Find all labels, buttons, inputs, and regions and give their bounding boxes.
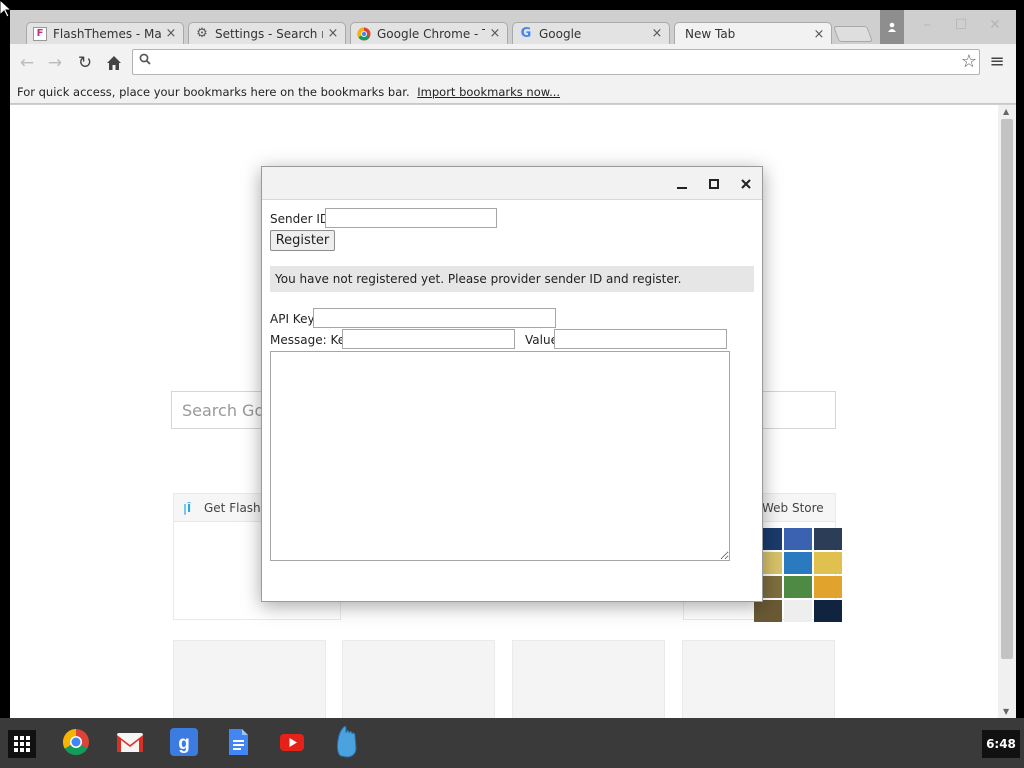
- sender-id-label: Sender ID:: [270, 212, 334, 226]
- chrome-app-icon[interactable]: [62, 728, 90, 756]
- dialog-title-bar[interactable]: [262, 167, 762, 200]
- tab-close-icon[interactable]: ×: [165, 26, 177, 41]
- registration-status: You have not registered yet. Please prov…: [270, 266, 754, 292]
- register-button[interactable]: Register: [270, 230, 335, 251]
- youtube-app-icon[interactable]: [278, 728, 306, 756]
- tab-new-tab[interactable]: New Tab ×: [674, 22, 832, 45]
- scrollbar-thumb[interactable]: [1001, 119, 1013, 659]
- app-launcher-icon[interactable]: [8, 730, 36, 758]
- flash-icon: |Ȋ: [183, 502, 192, 515]
- flashthemes-icon: F: [33, 26, 47, 41]
- message-key-input[interactable]: [342, 329, 515, 349]
- scroll-down-arrow-icon[interactable]: ▼: [1003, 707, 1009, 716]
- value-label: Value: [525, 333, 558, 347]
- message-textarea[interactable]: [270, 351, 730, 561]
- maximize-icon[interactable]: [704, 174, 724, 194]
- home-icon[interactable]: [103, 52, 125, 74]
- google-search-app-icon[interactable]: g: [170, 728, 198, 756]
- minimize-icon[interactable]: [672, 174, 692, 194]
- tab-title: Google: [539, 26, 582, 41]
- bookmarks-bar: For quick access, place your bookmarks h…: [10, 80, 1016, 104]
- tab-settings[interactable]: ⚙ Settings - Search res ×: [188, 22, 346, 44]
- gear-icon: ⚙: [196, 26, 208, 41]
- tab-close-icon[interactable]: ×: [489, 26, 501, 41]
- tile-title: Web Store: [762, 501, 824, 515]
- tab-google[interactable]: G Google ×: [512, 22, 670, 44]
- svg-text:g: g: [178, 733, 190, 754]
- tab-close-icon[interactable]: ×: [651, 26, 663, 41]
- message-key-label: Message: Key: [270, 333, 353, 347]
- most-visited-tile-empty: [173, 640, 326, 718]
- value-input[interactable]: [554, 329, 727, 349]
- bookmarks-bar-message: For quick access, place your bookmarks h…: [17, 85, 410, 99]
- docs-app-icon[interactable]: [224, 728, 252, 756]
- most-visited-tile-empty: [512, 640, 665, 718]
- maximize-window-icon[interactable]: ☐: [950, 14, 972, 36]
- tab-title: Settings - Search res: [215, 26, 323, 41]
- import-bookmarks-link[interactable]: Import bookmarks now...: [417, 85, 560, 99]
- system-clock[interactable]: 6:48: [982, 730, 1020, 758]
- tab-title: FlashThemes - Make: [53, 26, 161, 41]
- chrome-icon: [357, 27, 371, 41]
- address-input[interactable]: [159, 52, 949, 72]
- close-icon[interactable]: [736, 174, 756, 194]
- tab-title: New Tab: [685, 27, 736, 41]
- bookmark-star-icon[interactable]: ☆: [961, 51, 977, 72]
- page-scrollbar[interactable]: ▲ ▼: [998, 105, 1016, 718]
- forward-arrow-icon[interactable]: →: [44, 52, 66, 74]
- chrome-menu-icon[interactable]: ≡: [988, 52, 1006, 72]
- scroll-up-arrow-icon[interactable]: ▲: [1003, 107, 1009, 116]
- api-key-label: API Key:: [270, 312, 318, 326]
- reload-icon[interactable]: ↻: [74, 52, 96, 74]
- search-icon: [139, 53, 151, 69]
- tab-flashthemes[interactable]: F FlashThemes - Make ×: [26, 22, 184, 44]
- minimize-window-icon[interactable]: –: [916, 14, 938, 36]
- shelf: g 6:48: [0, 718, 1024, 768]
- new-tab-button[interactable]: [833, 26, 873, 42]
- tab-close-icon[interactable]: ×: [327, 26, 339, 41]
- most-visited-tile-empty: [682, 640, 835, 718]
- most-visited-tile-empty: [342, 640, 495, 718]
- web-store-thumbnail: [754, 528, 842, 622]
- close-window-icon[interactable]: ✕: [984, 14, 1006, 36]
- gmail-app-icon[interactable]: [116, 728, 144, 756]
- gcm-app-icon[interactable]: [331, 726, 359, 758]
- sender-id-input[interactable]: [325, 208, 497, 228]
- back-arrow-icon[interactable]: ←: [16, 52, 38, 74]
- browser-toolbar: ← → ↻ ☆ ≡: [10, 44, 1016, 80]
- tab-strip: F FlashThemes - Make × ⚙ Settings - Sear…: [10, 10, 1016, 45]
- tab-google-chrome[interactable]: Google Chrome - Th ×: [350, 22, 508, 44]
- tab-close-icon[interactable]: ×: [813, 27, 825, 42]
- google-g-icon: G: [520, 26, 532, 41]
- gcm-app-dialog: Sender ID: Register You have not registe…: [261, 166, 763, 602]
- tile-title: Get Flash -: [204, 501, 269, 515]
- omnibox[interactable]: ☆: [132, 49, 980, 75]
- api-key-input[interactable]: [313, 308, 556, 328]
- profile-icon[interactable]: [880, 10, 904, 44]
- tab-title: Google Chrome - Th: [377, 26, 485, 41]
